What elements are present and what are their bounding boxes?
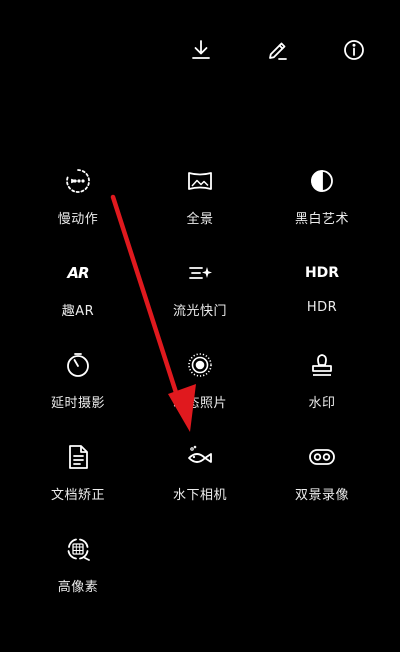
mode-light-painting[interactable]: 流光快门 xyxy=(140,252,260,332)
mode-label: 流光快门 xyxy=(172,304,227,319)
mode-label: 文档矫正 xyxy=(50,488,105,503)
mode-label: 趣AR xyxy=(61,304,95,319)
mode-label: 水下相机 xyxy=(172,488,227,503)
mode-label: 慢动作 xyxy=(57,212,99,227)
monochrome-icon xyxy=(307,166,337,196)
mode-panorama[interactable]: 全景 xyxy=(140,160,260,240)
mode-document[interactable]: 文档矫正 xyxy=(18,436,138,516)
mode-label: HDR xyxy=(306,300,338,315)
mode-label: 双景录像 xyxy=(294,488,349,503)
mode-slow-motion[interactable]: 慢动作 xyxy=(18,160,138,240)
mode-label: 黑白艺术 xyxy=(294,212,349,227)
mode-hdr[interactable]: HDR HDR xyxy=(262,252,382,332)
time-lapse-icon xyxy=(63,350,93,380)
bottom-area xyxy=(0,612,400,652)
mode-monochrome[interactable]: 黑白艺术 xyxy=(262,160,382,240)
mode-label: 动态照片 xyxy=(172,396,227,411)
mode-watermark[interactable]: 水印 xyxy=(262,344,382,424)
moving-picture-icon xyxy=(185,350,215,380)
light-painting-icon xyxy=(185,258,215,288)
mode-time-lapse[interactable]: 延时摄影 xyxy=(18,344,138,424)
info-icon[interactable] xyxy=(340,36,368,64)
mode-dual-view[interactable]: 双景录像 xyxy=(262,436,382,516)
mode-label: 水印 xyxy=(308,396,336,411)
edit-pencil-icon[interactable] xyxy=(264,36,292,64)
watermark-stamp-icon xyxy=(307,350,337,380)
underwater-fish-icon xyxy=(185,442,215,472)
mode-ar[interactable]: AR 趣AR xyxy=(18,252,138,332)
top-toolbar xyxy=(0,0,400,100)
dual-view-icon xyxy=(307,442,337,472)
mode-high-resolution[interactable]: 高像素 xyxy=(18,528,138,608)
document-icon xyxy=(63,442,93,472)
mode-label: 延时摄影 xyxy=(50,396,105,411)
mode-label: 全景 xyxy=(186,212,214,227)
hdr-icon: HDR xyxy=(304,265,340,281)
mode-label: 高像素 xyxy=(57,580,99,595)
download-icon[interactable] xyxy=(187,36,215,64)
ar-icon: AR xyxy=(67,264,89,282)
mode-moving-picture[interactable]: 动态照片 xyxy=(140,344,260,424)
panorama-icon xyxy=(185,166,215,196)
mode-underwater[interactable]: 水下相机 xyxy=(140,436,260,516)
high-resolution-icon xyxy=(63,534,93,564)
slow-motion-icon xyxy=(63,166,93,196)
